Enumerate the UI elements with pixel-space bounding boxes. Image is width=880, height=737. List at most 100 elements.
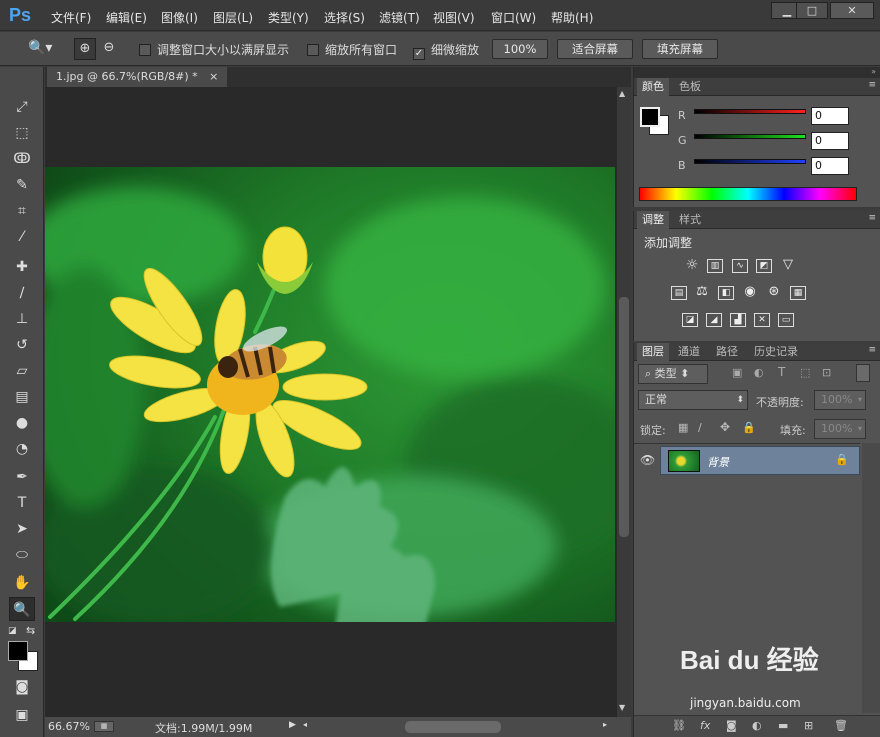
new-adjustment-layer-icon[interactable]: ◐ xyxy=(752,719,762,732)
quick-select-tool-icon[interactable]: ✎ xyxy=(9,173,35,197)
value-r[interactable]: 0 xyxy=(811,107,849,125)
tab-swatches[interactable]: 色板 xyxy=(674,78,706,96)
foreground-color-box[interactable] xyxy=(640,107,660,127)
value-g[interactable]: 0 xyxy=(811,132,849,150)
channel-mixer-icon[interactable]: ⊛ xyxy=(766,285,782,300)
zoom-tool-icon[interactable]: 🔍 xyxy=(9,597,35,621)
resize-windows-checkbox[interactable]: 调整窗口大小以满屏显示 xyxy=(139,41,289,58)
zoom-tool-preset-icon[interactable]: 🔍▾ xyxy=(28,40,62,58)
tab-history[interactable]: 历史记录 xyxy=(749,343,803,361)
brush-tool-icon[interactable]: ∕ xyxy=(9,281,35,305)
foreground-color-swatch[interactable] xyxy=(8,641,28,661)
dodge-tool-icon[interactable]: ◔ xyxy=(9,437,35,461)
panel-menu-icon[interactable]: ≡ xyxy=(868,213,876,223)
tab-styles[interactable]: 样式 xyxy=(674,211,706,229)
layer-style-fx-icon[interactable]: fx xyxy=(700,719,710,732)
eraser-tool-icon[interactable]: ▱ xyxy=(9,359,35,383)
scroll-right-arrow-icon[interactable]: ▸ xyxy=(603,720,607,729)
hue-saturation-icon[interactable]: ▤ xyxy=(671,286,687,300)
document-tab[interactable]: 1.jpg @ 66.7%(RGB/8#) * × xyxy=(47,67,228,87)
invert-icon[interactable]: ◪ xyxy=(682,313,698,327)
scroll-up-arrow-icon[interactable]: ▲ xyxy=(619,89,625,98)
menu-window[interactable]: 窗口(W) xyxy=(491,9,536,26)
close-button[interactable]: ✕ xyxy=(830,2,874,19)
slider-g[interactable] xyxy=(694,134,806,139)
layers-scrollbar[interactable] xyxy=(862,443,880,713)
exposure-icon[interactable]: ◩ xyxy=(756,259,772,273)
path-select-tool-icon[interactable]: ➤ xyxy=(9,517,35,541)
link-layers-icon[interactable]: ⛓ xyxy=(672,719,686,732)
crop-tool-icon[interactable]: ⌗ xyxy=(9,199,35,223)
posterize-icon[interactable]: ◢ xyxy=(706,313,722,327)
lasso-tool-icon[interactable]: ↂ xyxy=(9,147,35,171)
vibrance-icon[interactable]: ▽ xyxy=(780,258,796,273)
filter-toggle-icon[interactable] xyxy=(856,364,870,382)
vertical-scroll-thumb[interactable] xyxy=(619,297,629,537)
menu-file[interactable]: 文件(F) xyxy=(51,9,91,26)
filter-adjustment-icon[interactable]: ◐ xyxy=(754,366,764,379)
scroll-down-arrow-icon[interactable]: ▼ xyxy=(619,703,625,712)
menu-layer[interactable]: 图层(L) xyxy=(213,9,253,26)
tab-close-icon[interactable]: × xyxy=(209,70,218,83)
healing-brush-tool-icon[interactable]: ✚ xyxy=(9,255,35,279)
vertical-scrollbar[interactable]: ▲ ▼ xyxy=(617,87,631,717)
panel-menu-icon[interactable]: ≡ xyxy=(868,345,876,355)
filter-smart-object-icon[interactable]: ⊡ xyxy=(822,366,831,379)
menu-image[interactable]: 图像(I) xyxy=(161,9,198,26)
horizontal-scroll-thumb[interactable] xyxy=(405,721,501,733)
add-mask-icon[interactable]: ◙ xyxy=(726,719,737,732)
lock-image-icon[interactable]: ∕ xyxy=(698,421,702,434)
zoom-level[interactable]: 66.67% xyxy=(48,720,90,733)
panel-menu-icon[interactable]: ≡ xyxy=(868,80,876,90)
filter-pixel-icon[interactable]: ▣ xyxy=(732,366,742,379)
selective-color-icon[interactable]: ✕ xyxy=(754,313,770,327)
pen-tool-icon[interactable]: ✒ xyxy=(9,465,35,489)
tab-channels[interactable]: 通道 xyxy=(673,343,705,361)
color-lookup-icon[interactable]: ▦ xyxy=(790,286,806,300)
screen-mode-icon[interactable]: ▣ xyxy=(9,703,35,727)
move-tool-icon[interactable]: ⤢ xyxy=(9,95,35,119)
threshold-icon[interactable]: ▟ xyxy=(730,313,746,327)
zoom-all-windows-checkbox[interactable]: 缩放所有窗口 xyxy=(307,41,397,58)
tab-color[interactable]: 颜色 xyxy=(637,78,669,96)
layer-visibility-eye-icon[interactable]: 👁 xyxy=(640,453,655,467)
panel-collapse-icon[interactable]: » xyxy=(634,67,880,78)
filter-type-icon[interactable]: T xyxy=(778,365,785,379)
menu-type[interactable]: 类型(Y) xyxy=(268,9,309,26)
delete-layer-icon[interactable]: 🗑 xyxy=(834,719,848,732)
value-b[interactable]: 0 xyxy=(811,157,849,175)
filter-shape-icon[interactable]: ⬚ xyxy=(800,366,810,379)
zoom-in-icon[interactable]: ⊕ xyxy=(74,38,96,60)
menu-help[interactable]: 帮助(H) xyxy=(551,9,593,26)
eyedropper-tool-icon[interactable]: ⁄ xyxy=(9,225,35,249)
swap-colors-icon[interactable]: ⇆ xyxy=(26,624,35,637)
menu-view[interactable]: 视图(V) xyxy=(433,9,475,26)
quick-mask-icon[interactable]: ◙ xyxy=(9,675,35,699)
menu-select[interactable]: 选择(S) xyxy=(324,9,365,26)
type-tool-icon[interactable]: T xyxy=(9,491,35,515)
history-brush-tool-icon[interactable]: ↺ xyxy=(9,333,35,357)
fill-screen-button[interactable]: 填充屏幕 xyxy=(642,39,718,59)
hand-tool-icon[interactable]: ✋ xyxy=(9,571,35,595)
layer-name[interactable]: 背景 xyxy=(707,454,729,470)
brightness-icon[interactable]: ☼ xyxy=(684,258,700,273)
black-white-icon[interactable]: ◧ xyxy=(718,286,734,300)
layer-row-background[interactable]: 背景 🔒 xyxy=(660,446,860,475)
status-preview-icon[interactable]: ▦ xyxy=(94,721,114,732)
tab-paths[interactable]: 路径 xyxy=(711,343,743,361)
photo-filter-icon[interactable]: ◉ xyxy=(742,285,758,300)
opacity-field[interactable]: 100% ▾ xyxy=(814,390,866,410)
color-balance-icon[interactable]: ⚖ xyxy=(694,285,710,300)
zoom-out-icon[interactable]: ⊖ xyxy=(98,38,120,60)
levels-icon[interactable]: ▥ xyxy=(707,259,723,273)
clone-stamp-tool-icon[interactable]: ⊥ xyxy=(9,307,35,331)
blur-tool-icon[interactable]: ● xyxy=(9,411,35,435)
new-group-icon[interactable]: ▬ xyxy=(778,719,788,732)
menu-edit[interactable]: 编辑(E) xyxy=(106,9,147,26)
slider-b[interactable] xyxy=(694,159,806,164)
lock-all-icon[interactable]: 🔒 xyxy=(742,421,756,434)
status-menu-arrow-icon[interactable]: ▶ xyxy=(289,720,296,730)
gradient-tool-icon[interactable]: ▤ xyxy=(9,385,35,409)
new-layer-icon[interactable]: ⊞ xyxy=(804,719,813,732)
ellipse-tool-icon[interactable]: ⬭ xyxy=(9,543,35,567)
